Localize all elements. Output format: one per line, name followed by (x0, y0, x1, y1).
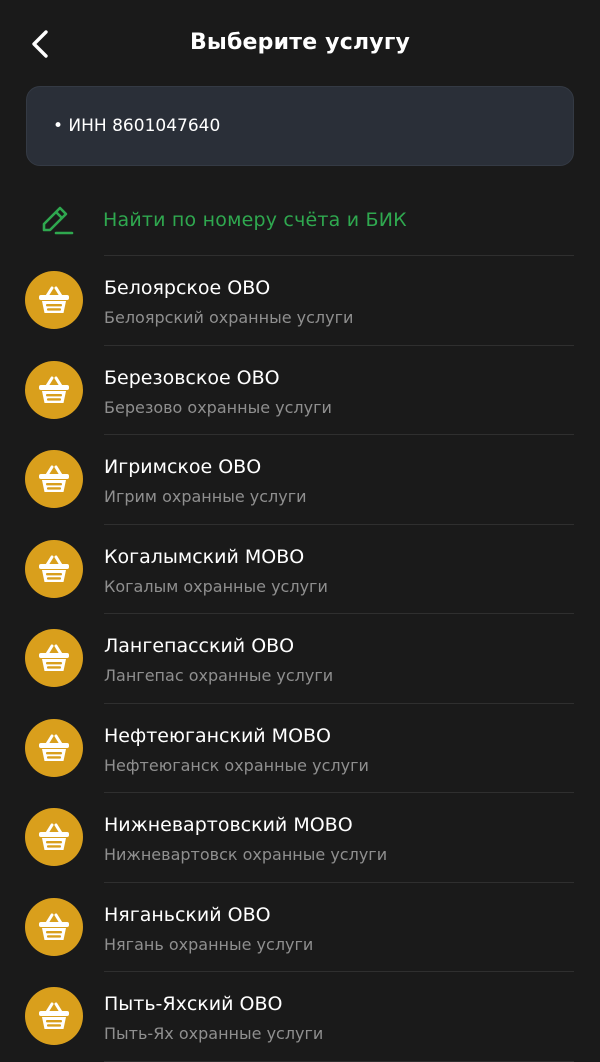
divider (104, 1060, 574, 1062)
service-avatar (25, 539, 83, 598)
service-avatar (25, 987, 83, 1045)
service-title: Белоярское ОВО (104, 277, 271, 299)
basket-icon (39, 555, 69, 582)
service-avatar (25, 271, 83, 329)
service-item[interactable]: Лангепасский ОВО Лангепас охранные услуг… (0, 614, 600, 704)
service-list: Белоярское ОВО Белоярский охранные услуг… (0, 256, 600, 1062)
basket-icon (39, 823, 69, 850)
service-subtitle: Когалым охранные услуги (104, 576, 328, 596)
service-title: Нижневартовский МОВО (104, 814, 353, 836)
service-avatar (25, 897, 83, 956)
basket-icon (39, 286, 69, 313)
service-item[interactable]: Березовское ОВО Березово охранные услуги (0, 346, 600, 435)
service-avatar (25, 718, 83, 777)
service-subtitle: Лангепас охранные услуги (104, 666, 334, 685)
find-by-account-label: Найти по номеру счёта и БИК (103, 209, 407, 231)
basket-icon (39, 465, 69, 492)
service-subtitle: Березово охранные услуги (104, 397, 332, 417)
page-title: Выберите услугу (189, 30, 411, 55)
service-subtitle: Игрим охранные услуги (104, 487, 307, 506)
service-subtitle: Белоярский охранные услуги (104, 308, 354, 327)
service-avatar (25, 629, 83, 687)
service-subtitle: Нягань охранные услуги (104, 934, 314, 954)
service-title: Лангепасский ОВО (104, 635, 295, 657)
service-title: Пыть-Яхский ОВО (104, 993, 283, 1015)
pencil-icon (36, 200, 76, 240)
basket-icon (39, 644, 69, 671)
service-title: Няганьский ОВО (104, 903, 271, 926)
service-avatar (25, 808, 83, 866)
service-item[interactable]: Когалымский МОВО Когалым охранные услуги (0, 525, 600, 614)
filter-card[interactable]: • ИНН 8601047640 (26, 86, 574, 166)
service-subtitle: Нефтеюганск охранные услуги (104, 755, 369, 775)
service-title: Когалымский МОВО (104, 545, 305, 568)
service-title: Нефтеюганский МОВО (104, 724, 332, 747)
basket-icon (39, 1002, 69, 1029)
service-item[interactable]: Игримское ОВО Игрим охранные услуги (0, 435, 600, 525)
service-subtitle: Пыть-Ях охранные услуги (104, 1024, 324, 1043)
service-item[interactable]: Нефтеюганский МОВО Нефтеюганск охранные … (0, 704, 600, 793)
service-avatar (25, 360, 83, 419)
basket-icon (39, 734, 69, 761)
filter-chip-inn: • ИНН 8601047640 (53, 116, 221, 136)
basket-icon (39, 376, 69, 403)
service-item[interactable]: Пыть-Яхский ОВО Пыть-Ях охранные услуги (0, 972, 600, 1062)
service-title: Березовское ОВО (104, 366, 280, 389)
header: Выберите услугу (0, 0, 600, 90)
service-avatar (25, 450, 83, 508)
basket-icon (39, 913, 69, 940)
service-title: Игримское ОВО (104, 456, 262, 478)
service-item[interactable]: Няганьский ОВО Нягань охранные услуги (0, 883, 600, 972)
service-item[interactable]: Белоярское ОВО Белоярский охранные услуг… (0, 256, 600, 346)
service-item[interactable]: Нижневартовский МОВО Нижневартовск охран… (0, 793, 600, 883)
service-subtitle: Нижневартовск охранные услуги (104, 845, 388, 864)
find-by-account-link[interactable]: Найти по номеру счёта и БИК (26, 196, 574, 244)
